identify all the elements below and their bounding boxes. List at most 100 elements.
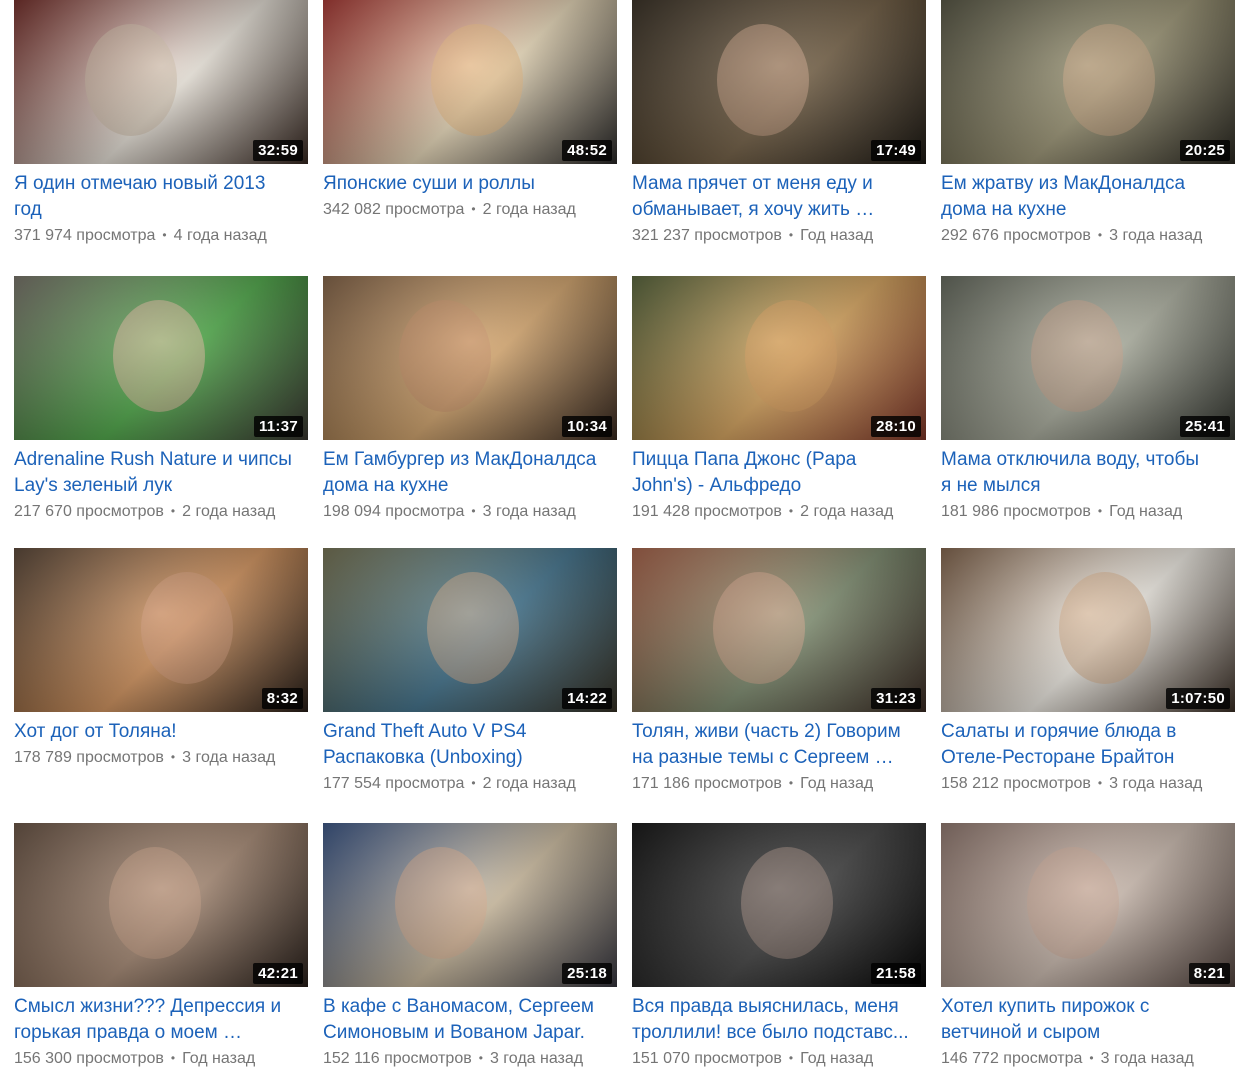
video-title[interactable]: Салаты и горячие блюда в Отеле-Ресторане … (941, 719, 1235, 771)
video-title-line: Смысл жизни??? Депрессия и (14, 996, 282, 1017)
video-thumbnail[interactable]: 25:18 (323, 823, 617, 987)
duration-badge: 32:59 (253, 140, 303, 161)
video-title[interactable]: В кафе с Ваномасом, Сергеем Симоновым и В… (323, 994, 617, 1046)
view-count: 198 094 просмотра (323, 503, 465, 520)
video-title[interactable]: Пицца Папа Джонс (Papa John's) - Альфредо (632, 447, 926, 499)
video-card[interactable]: 1:07:50 Салаты и горячие блюда в Отеле-Рес… (941, 548, 1235, 808)
video-title-line: год (14, 199, 42, 220)
view-count: 146 772 просмотра (941, 1050, 1083, 1067)
video-title-line: на разные темы с Сергеем … (632, 747, 894, 768)
video-title-line: Отеле-Ресторане Брайтон (941, 747, 1175, 768)
video-card[interactable]: 21:58 Вся правда выяснилась, меня троллили… (632, 823, 926, 1083)
duration-badge: 8:32 (261, 688, 303, 709)
duration-badge: 42:21 (253, 963, 303, 984)
video-title[interactable]: Ем Гамбургер из МакДоналдса дома на кухне (323, 447, 617, 499)
video-card[interactable]: 42:21 Смысл жизни??? Депрессия и горькая п… (14, 823, 308, 1083)
video-thumbnail[interactable]: 31:23 (632, 548, 926, 712)
meta-separator: • (170, 750, 176, 764)
meta-separator: • (471, 504, 476, 518)
video-meta: 158 212 просмотров • 3 года назад (941, 773, 1241, 794)
video-title-line: Толян, живи (часть 2) Говорим (632, 721, 901, 742)
video-thumbnail[interactable]: 28:10 (632, 276, 926, 440)
video-card[interactable]: 8:32 Хот дог от Толяна! 178 789 просмотров… (14, 548, 308, 808)
video-card[interactable]: 17:49 Мама прячет от меня еду и обманывает… (632, 0, 926, 260)
video-thumbnail[interactable]: 25:41 (941, 276, 1235, 440)
video-card[interactable]: 20:25 Ем жратву из МакДоналдса дома на кух… (941, 0, 1235, 260)
duration-badge: 11:37 (253, 416, 303, 437)
video-card[interactable]: 48:52 Японские суши и роллы 342 082 просмо… (323, 0, 617, 260)
video-title[interactable]: Японские суши и роллы (323, 171, 617, 197)
video-title[interactable]: Мама отключила воду, чтобы я не мылся (941, 447, 1235, 499)
view-count: 371 974 просмотра (14, 227, 156, 244)
video-title-line: Ем жратву из МакДоналдса (941, 173, 1186, 194)
video-card[interactable]: 8:21 Хотел купить пирожок с ветчиной и сыр… (941, 823, 1235, 1083)
video-thumbnail[interactable]: 1:07:50 (941, 548, 1235, 712)
video-title[interactable]: Ем жратву из МакДоналдса дома на кухне (941, 171, 1235, 223)
view-count: 156 300 просмотров (14, 1050, 164, 1067)
video-title[interactable]: Grand Theft Auto V PS4 Распаковка (Unboxi… (323, 719, 617, 771)
video-title[interactable]: Adrenaline Rush Nature и чипсы Lay's зеле… (14, 447, 308, 499)
duration-badge: 31:23 (871, 688, 921, 709)
meta-separator: • (1097, 776, 1103, 790)
duration-badge: 10:34 (562, 416, 612, 437)
view-count: 158 212 просмотров (941, 775, 1091, 792)
video-meta: 198 094 просмотра • 3 года назад (323, 501, 623, 522)
video-title-line: Салаты и горячие блюда в (941, 721, 1177, 742)
video-title-line: горькая правда о моем … (14, 1022, 243, 1043)
video-meta: 371 974 просмотра • 4 года назад (14, 225, 314, 246)
video-thumbnail[interactable]: 21:58 (632, 823, 926, 987)
video-title[interactable]: Смысл жизни??? Депрессия и горькая правда… (14, 994, 308, 1046)
view-count: 177 554 просмотра (323, 775, 465, 792)
video-thumbnail[interactable]: 20:25 (941, 0, 1235, 164)
view-count: 181 986 просмотров (941, 503, 1091, 520)
video-title[interactable]: Хот дог от Толяна! (14, 719, 308, 745)
video-title-line: Lay's зеленый лук (14, 475, 173, 496)
video-title-line: Хотел купить пирожок с (941, 996, 1150, 1017)
video-title[interactable]: Хотел купить пирожок с ветчиной и сыром (941, 994, 1235, 1046)
video-card[interactable]: 32:59 Я один отмечаю новый 2013 год 371 974… (14, 0, 308, 260)
video-thumbnail[interactable]: 32:59 (14, 0, 308, 164)
duration-badge: 8:21 (1188, 963, 1230, 984)
video-title[interactable]: Мама прячет от меня еду и обманывает, я х… (632, 171, 926, 223)
video-title-line: троллили! все было подставс... (632, 1022, 909, 1043)
video-thumbnail[interactable]: 48:52 (323, 0, 617, 164)
duration-badge: 28:10 (871, 416, 921, 437)
video-thumbnail[interactable]: 10:34 (323, 276, 617, 440)
duration-badge: 21:58 (871, 963, 921, 984)
upload-age: 3 года назад (1109, 775, 1203, 792)
upload-age: Год назад (800, 1050, 874, 1067)
meta-separator: • (788, 776, 794, 790)
video-card[interactable]: 10:34 Ем Гамбургер из МакДоналдса дома на … (323, 276, 617, 536)
view-count: 151 070 просмотров (632, 1050, 782, 1067)
video-thumbnail[interactable]: 14:22 (323, 548, 617, 712)
video-title[interactable]: Толян, живи (часть 2) Говорим на разные т… (632, 719, 926, 771)
video-thumbnail[interactable]: 17:49 (632, 0, 926, 164)
meta-separator: • (471, 776, 476, 790)
video-card[interactable]: 28:10 Пицца Папа Джонс (Papa John's) - Аль… (632, 276, 926, 536)
video-thumbnail[interactable]: 11:37 (14, 276, 308, 440)
video-card[interactable]: 25:41 Мама отключила воду, чтобы я не мылс… (941, 276, 1235, 536)
video-title-line: Вся правда выяснилась, меня (632, 996, 899, 1017)
video-meta: 191 428 просмотров • 2 года назад (632, 501, 932, 522)
video-card[interactable]: 14:22 Grand Theft Auto V PS4 Распаковка (U… (323, 548, 617, 808)
meta-separator: • (170, 504, 176, 518)
video-thumbnail[interactable]: 42:21 (14, 823, 308, 987)
video-title[interactable]: Вся правда выяснилась, меня троллили! все… (632, 994, 926, 1046)
duration-badge: 25:41 (1180, 416, 1230, 437)
video-thumbnail[interactable]: 8:21 (941, 823, 1235, 987)
video-card[interactable]: 25:18 В кафе с Ваномасом, Сергеем Симоновы… (323, 823, 617, 1083)
video-card[interactable]: 31:23 Толян, живи (часть 2) Говорим на раз… (632, 548, 926, 808)
video-card[interactable]: 11:37 Adrenaline Rush Nature и чипсы Lay's… (14, 276, 308, 536)
video-title-line: дома на кухне (941, 199, 1067, 220)
video-thumbnail[interactable]: 8:32 (14, 548, 308, 712)
view-count: 152 116 просмотров (323, 1050, 472, 1067)
duration-badge: 20:25 (1180, 140, 1230, 161)
video-title-line: Я один отмечаю новый 2013 (14, 173, 266, 194)
video-title[interactable]: Я один отмечаю новый 2013 год (14, 171, 308, 223)
meta-separator: • (162, 228, 167, 242)
video-title-line: Мама отключила воду, чтобы (941, 449, 1200, 470)
upload-age: Год назад (800, 227, 874, 244)
duration-badge: 14:22 (562, 688, 612, 709)
upload-age: 3 года назад (489, 1050, 584, 1067)
meta-separator: • (1097, 228, 1103, 242)
